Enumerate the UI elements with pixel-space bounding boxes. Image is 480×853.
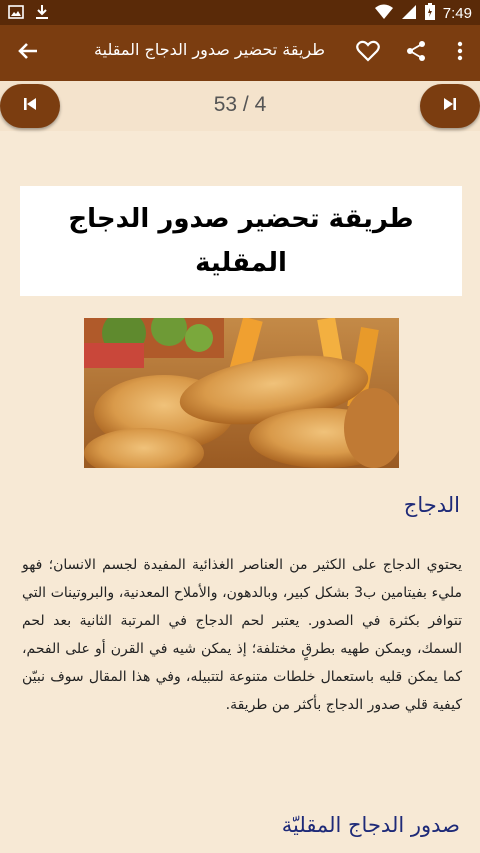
app-bar: طريقة تحضير صدور الدجاج المقلية [0,25,480,81]
image-icon [8,4,24,24]
pager-bar: 53 / 4 [0,81,480,131]
favorite-button[interactable] [348,33,388,73]
download-icon [34,4,50,24]
share-icon [405,40,427,66]
share-button[interactable] [396,33,436,73]
status-bar: 7:49 [0,0,480,25]
fried-chicken-image [84,318,399,468]
back-button[interactable] [8,33,48,73]
article-paragraph: يحتوي الدجاج على الكثير من العناصر الغذا… [22,557,463,713]
app-bar-title: طريقة تحضير صدور الدجاج المقلية [94,40,325,59]
page-indicator: 53 / 4 [213,93,267,116]
next-page-button[interactable] [420,84,480,128]
section-heading-chicken: الدجاج [403,493,460,517]
section-heading-fried-chicken-breasts: صدور الدجاج المقليّة [281,813,460,837]
more-vert-icon [457,41,463,65]
heart-icon [356,40,380,66]
skip-next-icon [442,96,458,116]
signal-icon [401,4,417,24]
more-options-button[interactable] [440,33,480,73]
status-time: 7:49 [442,5,472,22]
article-content[interactable]: طريقة تحضير صدور الدجاج المقلية الدجاج ي… [0,131,480,853]
wifi-icon [374,4,393,24]
back-arrow-icon [17,40,39,66]
article-title: طريقة تحضير صدور الدجاج المقلية [20,186,462,296]
battery-icon [424,3,435,24]
